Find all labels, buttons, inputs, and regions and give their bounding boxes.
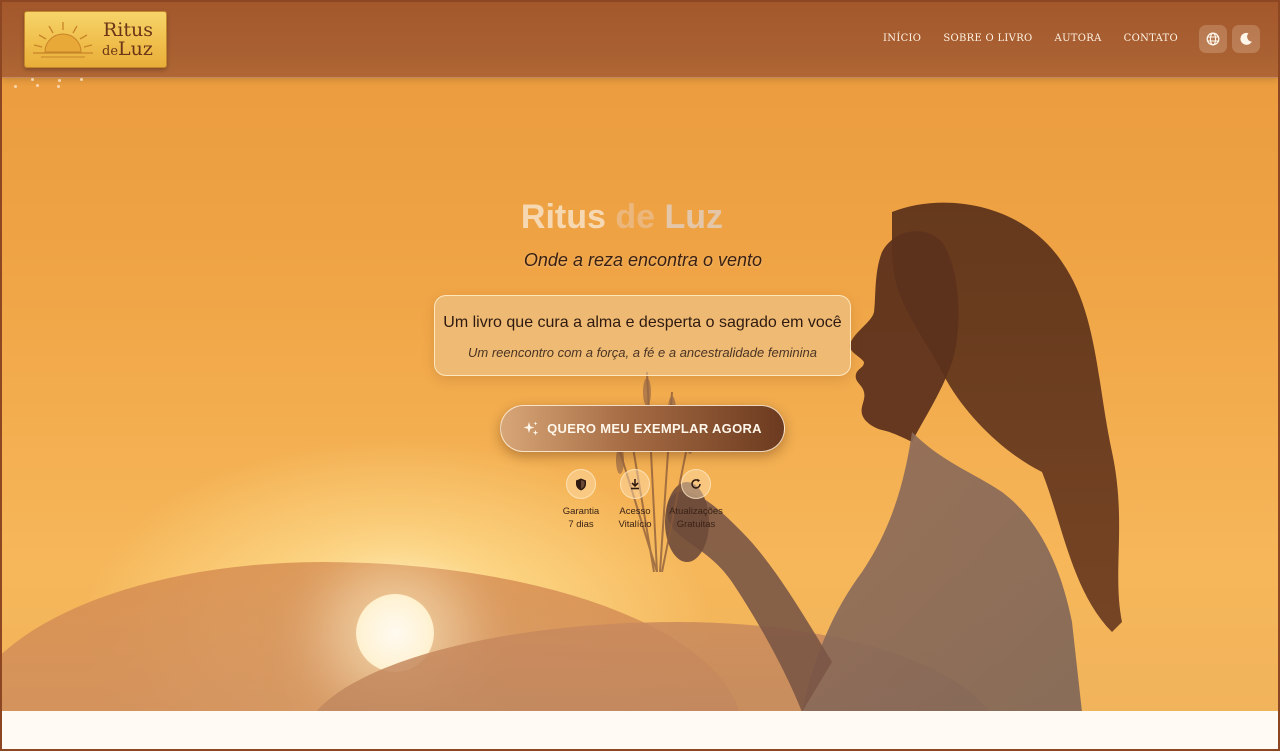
feature-free-updates: Atualizações Gratuitas [661, 469, 731, 531]
hero-section: Ritus de Luz Onde a reza encontra o vent… [2, 2, 1278, 711]
buy-book-button[interactable]: QUERO MEU EXEMPLAR AGORA [500, 405, 785, 452]
sparkles-icon [523, 421, 539, 435]
hero-title-luz: Luz [664, 198, 724, 236]
feature-lifetime-access: Acesso Vitalício [600, 469, 670, 531]
nav-item-autora[interactable]: AUTORA [1055, 33, 1102, 44]
nav-item-sobre-o-livro[interactable]: SOBRE O LIVRO [943, 33, 1032, 44]
feature-access-line1: Acesso [619, 506, 651, 517]
moon-icon [1240, 32, 1252, 45]
next-section-edge [2, 711, 1278, 749]
hero-tagline: Onde a reza encontra o vento [523, 250, 763, 270]
feature-updates-line1: Atualizações [669, 506, 723, 517]
logo-text-deluz: deLuz [102, 38, 153, 60]
nav-item-inicio[interactable]: INÍCIO [883, 33, 921, 44]
theme-toggle-button[interactable] [1232, 25, 1260, 53]
page-frame: Ritus de Luz Onde a reza encontra o vent… [0, 0, 1280, 751]
sunrise-icon [33, 22, 93, 58]
feature-updates-line2: Gratuitas [676, 519, 716, 530]
refresh-icon [681, 469, 711, 499]
language-button[interactable] [1199, 25, 1227, 53]
card-heading: Um livro que cura a alma e desperta o sa… [443, 314, 842, 331]
site-logo[interactable]: Ritus deLuz [24, 11, 167, 68]
hero-title-ritus: Ritus [520, 198, 606, 236]
buy-book-button-label: QUERO MEU EXEMPLAR AGORA [547, 421, 762, 436]
hero-message-card: Um livro que cura a alma e desperta o sa… [434, 295, 851, 376]
hero-title-de: de [615, 198, 656, 236]
shield-icon [566, 469, 596, 499]
logo-text-luz: Luz [118, 38, 153, 60]
logo-text-de: de [102, 44, 119, 59]
globe-icon [1206, 32, 1220, 46]
decorative-sparkles [14, 78, 94, 92]
hero-title: Ritus de Luz [2, 198, 1242, 237]
site-header: Ritus deLuz INÍCIO SOBRE O LIVRO AUTORA … [2, 2, 1278, 78]
nav-item-contato[interactable]: CONTATO [1124, 33, 1178, 44]
feature-access-line2: Vitalício [618, 519, 652, 530]
card-subheading: Um reencontro com a força, a fé e a ance… [467, 345, 817, 360]
download-icon [620, 469, 650, 499]
main-nav: INÍCIO SOBRE O LIVRO AUTORA CONTATO [883, 33, 1178, 44]
